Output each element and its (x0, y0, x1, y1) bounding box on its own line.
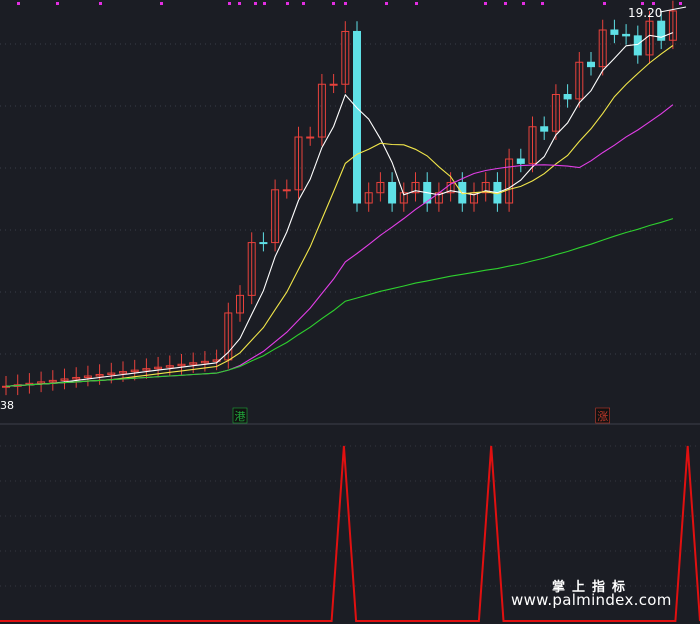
signal-dot (679, 2, 682, 5)
candlesticks (2, 0, 677, 396)
candle (376, 172, 385, 202)
signal-dot (415, 2, 418, 5)
signal-dot (17, 2, 20, 5)
candle (411, 172, 420, 202)
stock-chart: 港涨 19.20 38 (0, 0, 700, 622)
min-price-label: 38 (0, 399, 14, 412)
candle (236, 285, 244, 322)
signal-dot (254, 2, 257, 5)
signal-dot (160, 2, 163, 5)
candle-body (563, 94, 572, 100)
candle-body (622, 33, 631, 37)
ma-line-10 (5, 45, 674, 387)
signal-dot (484, 2, 487, 5)
candle (25, 373, 34, 394)
candle (575, 51, 584, 108)
candle (598, 19, 607, 76)
candle (294, 126, 303, 199)
signal-dot (522, 2, 525, 5)
candle (388, 172, 397, 212)
signal-dot (603, 2, 606, 5)
signal-dot (263, 2, 266, 5)
candle (364, 182, 373, 212)
candle-body (282, 189, 291, 192)
candle (95, 364, 104, 385)
candle (271, 179, 280, 252)
candle (587, 51, 595, 76)
candle (528, 116, 537, 173)
ma-line-5 (5, 32, 674, 387)
candle (282, 179, 291, 199)
signal-dot (332, 2, 335, 5)
moving-average-lines (5, 32, 674, 387)
candle (610, 19, 619, 44)
marker-label: 港 (235, 410, 246, 423)
candle-body (306, 136, 315, 139)
candle (317, 73, 326, 146)
candle (470, 182, 478, 212)
candle (329, 73, 338, 94)
candle (563, 84, 572, 108)
candle (259, 232, 268, 252)
candle (516, 148, 525, 173)
signal-dot (504, 2, 507, 5)
signal-dot (385, 2, 388, 5)
candle-body (516, 158, 525, 164)
signal-dot (641, 2, 644, 5)
signal-dot (302, 2, 305, 5)
grid-lines (0, 43, 700, 587)
candle (434, 182, 443, 212)
candle (60, 368, 69, 390)
ma-line-60 (5, 218, 674, 387)
candle (48, 370, 57, 391)
top-signal-dots (17, 2, 682, 5)
max-price-label: 19.20 (628, 6, 662, 20)
signal-dot (228, 2, 231, 5)
candle (481, 172, 490, 202)
candle-body (540, 126, 549, 132)
candle (551, 84, 560, 140)
candle-body (587, 61, 595, 68)
signal-dot (652, 2, 655, 5)
candle (341, 21, 350, 94)
marker-label: 涨 (597, 410, 608, 423)
candle (622, 24, 631, 45)
candle (306, 126, 315, 146)
candle-body (329, 83, 338, 86)
candle-body (610, 29, 619, 35)
candle (668, 0, 677, 50)
signal-dot (541, 2, 544, 5)
candle (37, 371, 46, 393)
signal-markers: 港涨 (232, 407, 611, 424)
candle (2, 376, 10, 396)
candle-body (388, 181, 397, 204)
signal-dot (286, 2, 289, 5)
signal-dot (344, 2, 347, 5)
candle (505, 148, 514, 212)
candle (83, 365, 92, 387)
ma-line-20 (5, 104, 674, 387)
candle-body (353, 30, 361, 204)
signal-dot (238, 2, 241, 5)
signal-dot (99, 2, 102, 5)
candle (540, 116, 549, 140)
candle (72, 367, 81, 388)
candle (247, 232, 256, 305)
candle-body (633, 35, 642, 56)
watermark-url: www.palmindex.com (511, 591, 672, 609)
signal-dot (56, 2, 59, 5)
candle (353, 21, 361, 212)
candle-body (259, 242, 268, 245)
